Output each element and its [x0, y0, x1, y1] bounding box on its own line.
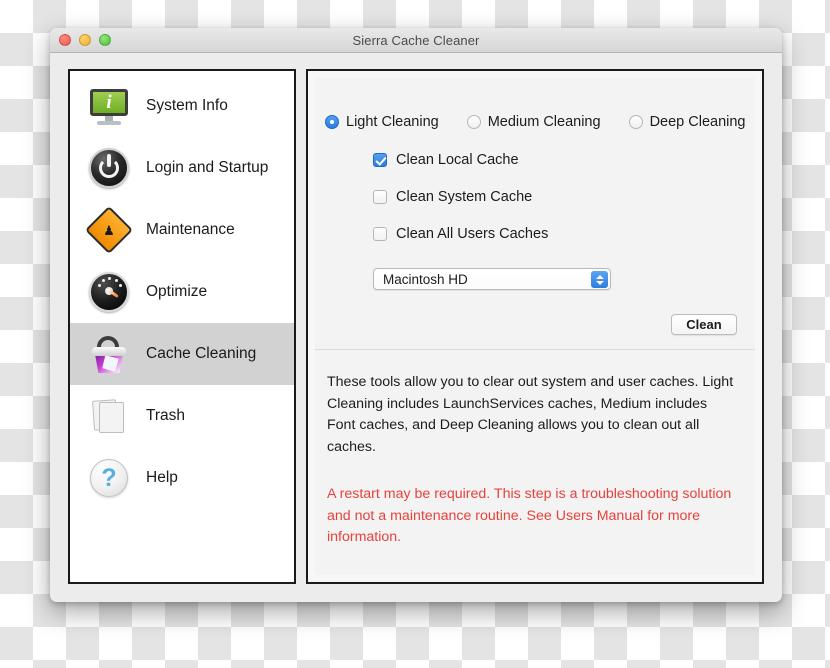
sidebar-item-maintenance[interactable]: ♟ Maintenance [70, 199, 294, 261]
application-window: Sierra Cache Cleaner i System Info Login… [50, 28, 782, 602]
panel-bottom-padding [315, 549, 755, 575]
sidebar-item-login-and-startup[interactable]: Login and Startup [70, 137, 294, 199]
checkbox-clean-all-users-caches[interactable]: Clean All Users Caches [373, 226, 755, 242]
traffic-light-group [59, 34, 111, 46]
window-body: i System Info Login and Startup ♟ Mainte… [50, 53, 782, 602]
cache-bucket-icon [88, 333, 130, 375]
cleaning-level-radio-group: Light Cleaning Medium Cleaning Deep Clea… [315, 78, 755, 130]
sidebar-item-label: Maintenance [146, 221, 235, 238]
sidebar-item-label: Login and Startup [146, 159, 269, 176]
radio-label: Medium Cleaning [487, 114, 601, 130]
sidebar-item-help[interactable]: ? Help [70, 447, 294, 509]
sidebar-item-optimize[interactable]: Optimize [70, 261, 294, 323]
volume-select[interactable]: Macintosh HD [373, 268, 611, 290]
content-panel-inner: Light Cleaning Medium Cleaning Deep Clea… [315, 78, 755, 575]
clean-button[interactable]: Clean [671, 314, 737, 335]
warning-text: A restart may be required. This step is … [327, 486, 732, 546]
checkbox-label: Clean All Users Caches [396, 226, 549, 242]
construction-sign-icon: ♟ [84, 205, 134, 255]
checkbox-indicator [373, 190, 387, 204]
checkbox-clean-system-cache[interactable]: Clean System Cache [373, 189, 755, 205]
radio-label: Light Cleaning [346, 114, 439, 130]
sidebar-item-system-info[interactable]: i System Info [70, 75, 294, 137]
gauge-icon [88, 271, 130, 313]
sidebar-item-trash[interactable]: Trash [70, 385, 294, 447]
close-button[interactable] [59, 34, 71, 46]
chevron-updown-icon[interactable] [591, 271, 608, 288]
zoom-button[interactable] [99, 34, 111, 46]
volume-select-row: Macintosh HD [315, 242, 755, 290]
sidebar-item-label: Optimize [146, 283, 208, 300]
sidebar-item-label: Cache Cleaning [146, 345, 257, 362]
checkbox-indicator [373, 153, 387, 167]
panel-spacer [315, 335, 755, 349]
window-title: Sierra Cache Cleaner [352, 32, 480, 48]
title-bar: Sierra Cache Cleaner [50, 28, 782, 53]
minimize-button[interactable] [79, 34, 91, 46]
sidebar-navigation: i System Info Login and Startup ♟ Mainte… [68, 69, 296, 584]
power-button-icon [88, 147, 130, 189]
radio-light-cleaning[interactable]: Light Cleaning [325, 114, 439, 130]
radio-indicator [466, 115, 481, 129]
radio-indicator [325, 115, 339, 129]
radio-medium-cleaning[interactable]: Medium Cleaning [466, 114, 601, 130]
radio-deep-cleaning[interactable]: Deep Cleaning [628, 114, 746, 130]
question-mark-icon: ? [88, 457, 130, 499]
checkbox-label: Clean System Cache [396, 189, 533, 205]
action-button-row: Clean [315, 290, 755, 335]
volume-select-value: Macintosh HD [383, 271, 468, 287]
sidebar-item-label: Trash [146, 407, 186, 424]
radio-label: Deep Cleaning [649, 114, 746, 130]
monitor-info-icon: i [88, 85, 130, 127]
trash-icon [88, 395, 130, 437]
checkbox-clean-local-cache[interactable]: Clean Local Cache [373, 152, 755, 168]
checkbox-label: Clean Local Cache [396, 152, 519, 168]
radio-indicator [628, 115, 643, 129]
checkbox-indicator [373, 227, 387, 241]
cache-options-checkbox-group: Clean Local Cache Clean System Cache Cle… [315, 130, 755, 242]
content-panel: Light Cleaning Medium Cleaning Deep Clea… [306, 69, 764, 584]
sidebar-item-label: Help [146, 469, 178, 486]
sidebar-item-cache-cleaning[interactable]: Cache Cleaning [70, 323, 294, 385]
description-text: These tools allow you to clear out syste… [327, 373, 734, 455]
sidebar-item-label: System Info [146, 97, 228, 114]
